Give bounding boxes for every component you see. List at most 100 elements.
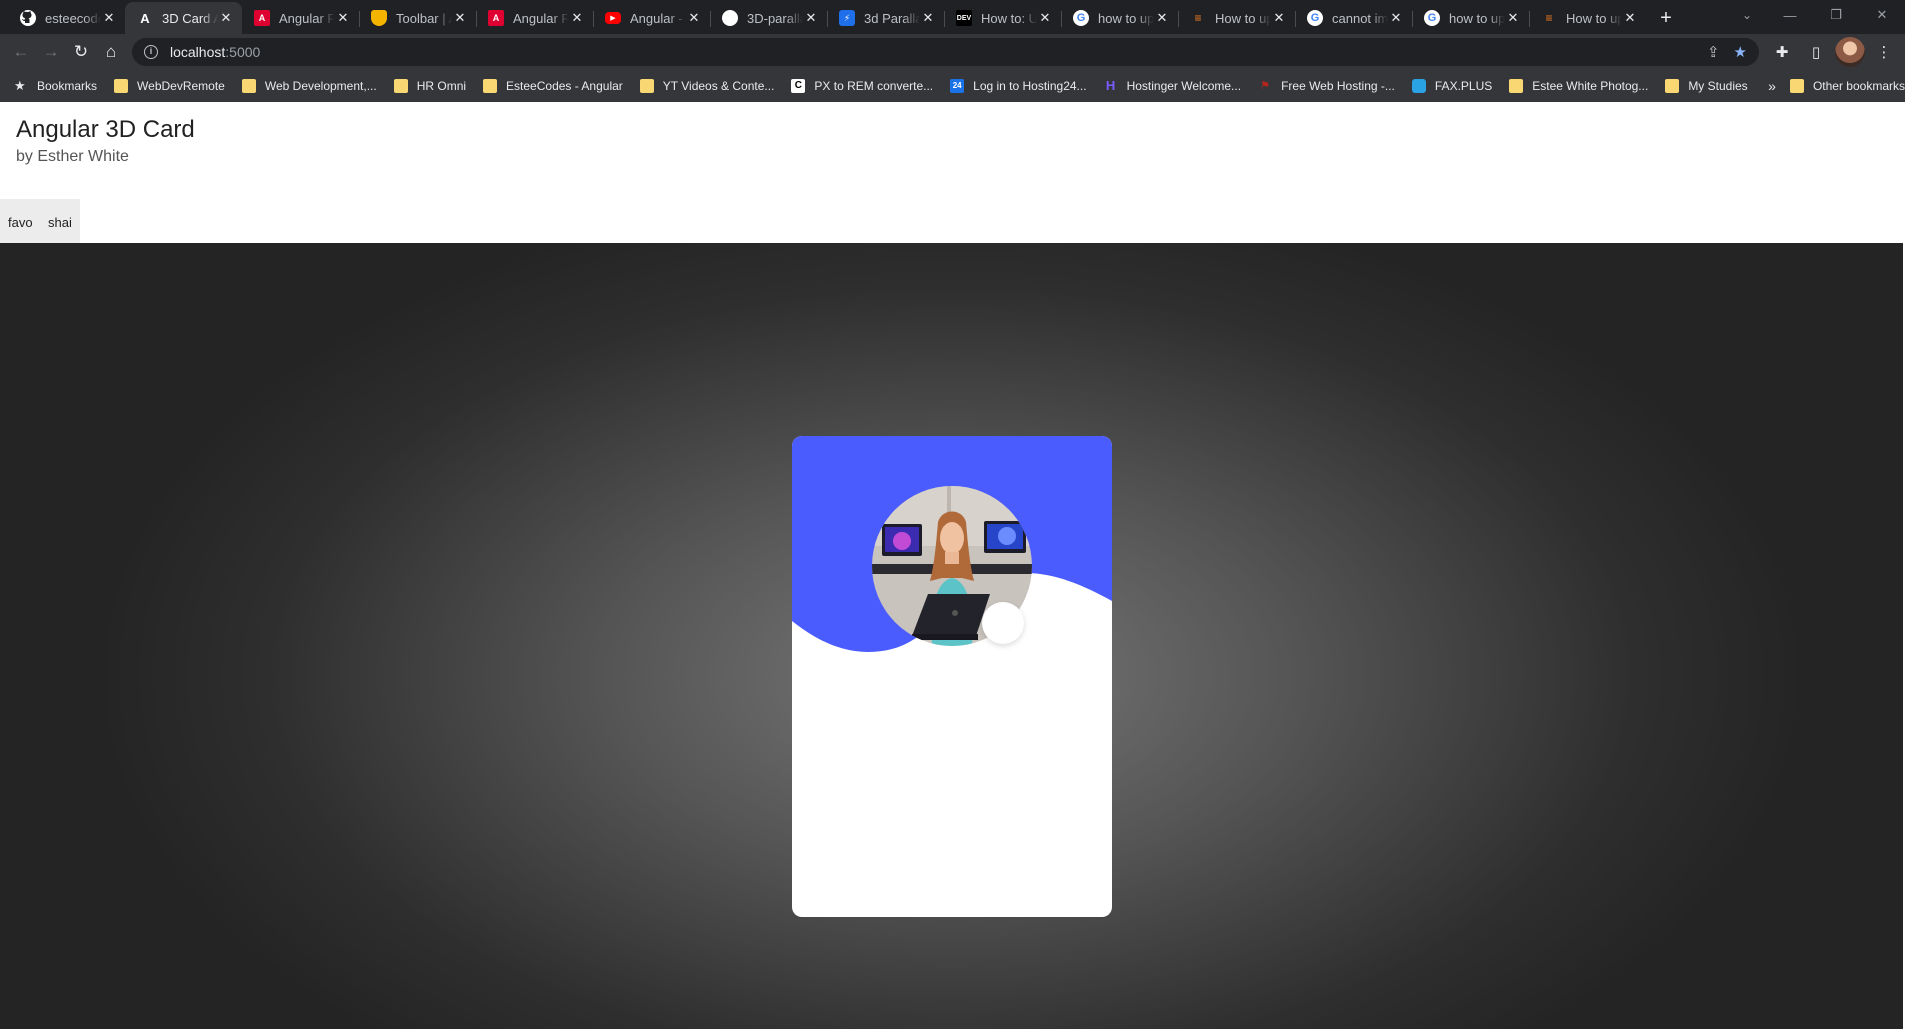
side-panel-icon[interactable]: ▯ [1801,37,1831,67]
tab[interactable]: A Angular Flex ✕ [476,2,593,34]
share-icon[interactable]: ⇪ [1707,43,1720,61]
new-tab-icon[interactable]: + [1652,4,1680,32]
bookmark-label: HR Omni [416,79,467,93]
address-port: :5000 [225,44,261,60]
bookmark-item[interactable]: H Hostinger Welcome... [1104,79,1242,94]
close-icon[interactable]: ✕ [218,10,234,26]
tab[interactable]: 3D-parallax ✕ [710,2,827,34]
tab[interactable]: Toolbar | Angular ✕ [359,2,476,34]
close-icon[interactable]: ✕ [920,10,936,26]
menu-icon[interactable]: ⋮ [1869,37,1899,67]
close-icon[interactable]: ✕ [1154,10,1170,26]
bookmark-item[interactable]: My Studies [1665,79,1748,93]
bookmark-item[interactable]: WebDevRemote [114,79,225,93]
close-icon[interactable]: ✕ [452,10,468,26]
favorite-button[interactable]: favo [8,215,36,230]
close-icon[interactable]: ✕ [686,10,702,26]
close-icon[interactable]: ✕ [335,10,351,26]
bookmark-label: EsteeCodes - Angular [506,79,623,93]
bookmark-item[interactable]: EsteeCodes - Angular [483,79,623,93]
dev-icon: DEV [956,10,972,26]
tab[interactable]: G how to upload ✕ [1061,2,1178,34]
bookmark-item[interactable]: C PX to REM converte... [791,79,933,93]
folder-icon [483,79,498,93]
bookmark-item[interactable]: Web Development,... [241,79,377,93]
bookmark-label: My Studies [1688,79,1748,93]
extensions-icon[interactable]: ✚ [1767,37,1797,67]
bookmark-label: Estee White Photog... [1532,79,1649,93]
tab-title: 3D Card Angular [162,10,218,26]
bookmark-label: YT Videos & Conte... [662,79,775,93]
close-icon[interactable]: ✕ [1388,10,1404,26]
stackoverflow-icon: ≡ [1545,11,1553,25]
forward-icon[interactable]: → [36,37,66,67]
bookmark-label: Hostinger Welcome... [1126,79,1242,93]
profile-avatar[interactable] [1835,37,1865,67]
bookmark-label: Web Development,... [264,79,377,93]
minimize-icon[interactable]: — [1767,0,1813,30]
tab-title: how to upload [1449,10,1505,26]
google-icon: G [1424,10,1440,26]
tab-title: 3d Parallax [864,10,920,26]
tab-title: Angular Flex [513,10,569,26]
close-icon[interactable]: ✕ [1622,10,1638,26]
c-icon: C [791,79,806,93]
page-content: Angular 3D Card by Esther White favo sha… [0,102,1905,1029]
bookmarks-overflow-icon[interactable]: » [1768,78,1776,94]
bookmark-item[interactable]: YT Videos & Conte... [639,79,775,93]
back-icon[interactable]: ← [6,37,36,67]
tab[interactable]: G cannot import ✕ [1295,2,1412,34]
close-icon[interactable]: ✕ [1271,10,1287,26]
home-icon[interactable]: ⌂ [96,37,126,67]
bookmark-star-icon[interactable]: ★ [1734,43,1747,61]
close-icon[interactable]: ✕ [1037,10,1053,26]
tab-title: esteecodes [45,10,101,26]
profile-card[interactable] [792,436,1112,917]
chevron-down-icon[interactable]: ⌄ [1727,0,1767,30]
status-indicator [982,602,1024,644]
bookmark-item[interactable]: 24 Log in to Hosting24... [950,79,1087,93]
bookmark-item[interactable]: Estee White Photog... [1509,79,1648,93]
youtube-icon: ▶ [605,12,621,24]
other-bookmarks[interactable]: Other bookmarks [1789,79,1905,93]
tab[interactable]: DEV How to: Use ✕ [944,2,1061,34]
folder-icon [241,79,256,93]
bookmark-label: FAX.PLUS [1434,79,1493,93]
close-icon[interactable]: ✕ [803,10,819,26]
bolt-icon: ⚡ [839,10,855,26]
info-icon[interactable]: i [144,45,158,59]
tab[interactable]: A Angular Flex ✕ [242,2,359,34]
bookmark-item[interactable]: ⚑ Free Web Hosting -... [1258,79,1395,93]
angular-icon: A [254,10,270,26]
bookmark-item[interactable]: FAX.PLUS [1411,79,1493,93]
page-title: Angular 3D Card [16,116,195,143]
tab-title: How to upload [1215,10,1271,26]
folder-icon [114,79,129,93]
close-icon[interactable]: ✕ [101,10,117,26]
bookmark-label: Log in to Hosting24... [973,79,1087,93]
angular-a-icon: A [140,10,150,26]
bookmark-item[interactable]: HR Omni [393,79,467,93]
tab[interactable]: esteecodes ✕ [8,2,125,34]
tab-active[interactable]: A 3D Card Angular ✕ [125,2,242,34]
github-icon [20,10,36,26]
bookmark-label: Bookmarks [37,79,98,93]
tab-title: Toolbar | Angular [396,10,452,26]
tab[interactable]: ⚡ 3d Parallax ✕ [827,2,944,34]
close-icon[interactable]: ✕ [1505,10,1521,26]
restore-icon[interactable]: ❐ [1813,0,1859,30]
tab[interactable]: ▶ Angular - YouTube ✕ [593,2,710,34]
browser-toolbar: ← → ↻ ⌂ i localhost:5000 ⇪ ★ ✚ ▯ ⋮ [0,34,1905,70]
close-icon[interactable]: ✕ [569,10,585,26]
address-bar[interactable]: i localhost:5000 ⇪ ★ [132,38,1759,66]
share-button[interactable]: shai [48,215,74,230]
tab[interactable]: G how to upload ✕ [1412,2,1529,34]
bookmark-item[interactable]: ★ Bookmarks [14,78,98,94]
reload-icon[interactable]: ↻ [66,37,96,67]
tab[interactable]: ≡ How to upload ✕ [1178,2,1295,34]
bookmark-label: Free Web Hosting -... [1281,79,1395,93]
google-icon: G [1307,10,1323,26]
tab[interactable]: ≡ How to upload ✕ [1529,2,1646,34]
star-icon: ★ [14,78,26,93]
close-window-icon[interactable]: ✕ [1859,0,1905,30]
